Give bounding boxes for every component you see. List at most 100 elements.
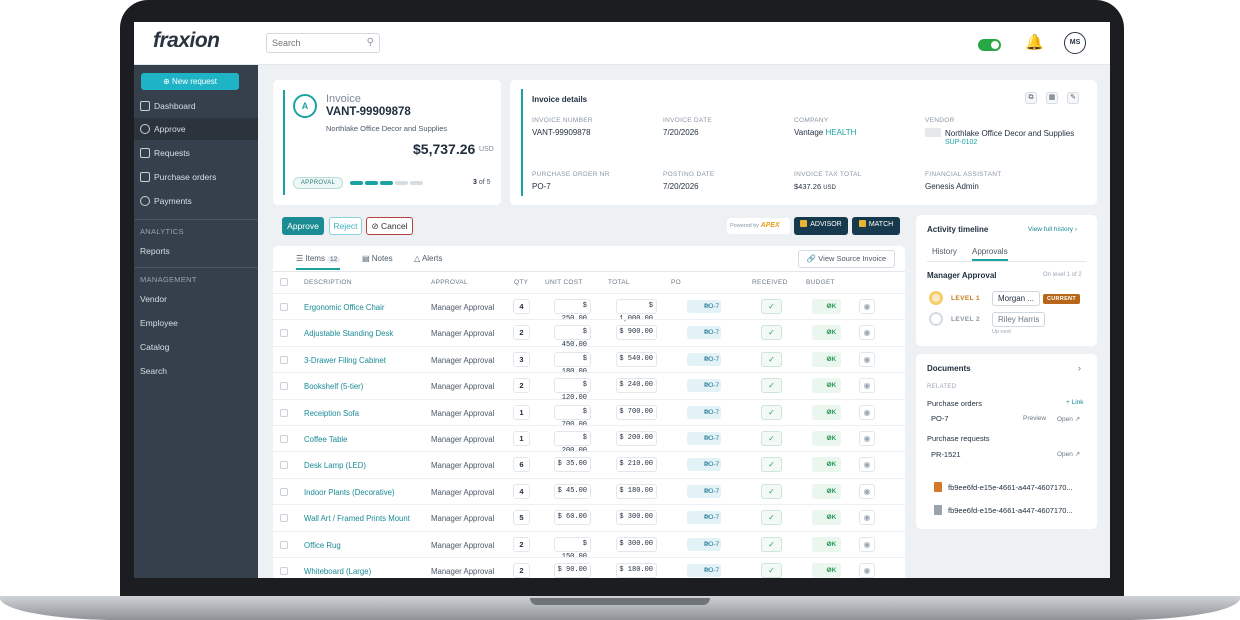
table-row[interactable]: Bookshelf (5-tier) Manager Approval 2 $ 120… bbox=[273, 372, 905, 402]
row-checkbox[interactable] bbox=[280, 382, 288, 391]
reject-button[interactable]: Reject bbox=[329, 217, 362, 235]
unit-cost-field[interactable]: $ 200.00 bbox=[554, 431, 591, 455]
open-button[interactable]: Open ↗ bbox=[1057, 450, 1080, 458]
sidebar-item-vendor[interactable]: Vendor bbox=[140, 294, 167, 304]
pr-document[interactable]: PR-1521 bbox=[931, 450, 961, 459]
quantity-field[interactable]: 4 bbox=[513, 299, 530, 314]
eye-icon[interactable]: ◉ bbox=[859, 536, 875, 552]
row-checkbox[interactable] bbox=[280, 540, 288, 549]
view-full-history-link[interactable]: View full history › bbox=[1028, 226, 1077, 233]
level-1-approver[interactable]: Morgan ... bbox=[992, 291, 1041, 306]
item-description-link[interactable]: Office Rug bbox=[304, 541, 341, 550]
sidebar-item-payments[interactable]: Payments bbox=[134, 190, 258, 212]
open-button[interactable]: Open ↗ bbox=[1057, 415, 1080, 423]
received-check-icon[interactable]: ✓ bbox=[761, 510, 782, 526]
row-checkbox[interactable] bbox=[280, 514, 288, 523]
unit-cost-field[interactable]: $ 250.00 bbox=[554, 299, 591, 323]
quantity-field[interactable]: 5 bbox=[513, 510, 530, 526]
sidebar-item-search[interactable]: Search bbox=[140, 366, 167, 376]
quantity-field[interactable]: 6 bbox=[513, 457, 530, 473]
item-description-link[interactable]: Adjustable Standing Desk bbox=[304, 329, 393, 338]
item-description-link[interactable]: Receiption Sofa bbox=[304, 409, 359, 418]
eye-icon[interactable]: ◉ bbox=[859, 378, 875, 394]
quantity-field[interactable]: 2 bbox=[513, 378, 530, 394]
row-checkbox[interactable] bbox=[280, 487, 288, 496]
received-check-icon[interactable]: ✓ bbox=[761, 563, 782, 578]
quantity-field[interactable]: 4 bbox=[513, 483, 530, 499]
table-row[interactable]: Office Rug Manager Approval 2 $ 150.00 $ 300… bbox=[273, 530, 905, 561]
eye-icon[interactable]: ◉ bbox=[859, 510, 875, 526]
sidebar-item-requests[interactable]: Requests bbox=[134, 142, 258, 164]
item-description-link[interactable]: Desk Lamp (LED) bbox=[304, 461, 366, 470]
received-check-icon[interactable]: ✓ bbox=[761, 536, 782, 552]
row-checkbox[interactable] bbox=[280, 435, 288, 443]
item-description-link[interactable]: 3-Drawer Filing Cabinet bbox=[304, 356, 386, 365]
approve-button[interactable]: Approve bbox=[282, 217, 324, 235]
po-link[interactable]: ↻ PO-7 bbox=[687, 379, 721, 393]
table-row[interactable]: Coffee Table Manager Approval 1 $ 200.00 $ 2… bbox=[273, 425, 905, 455]
eye-icon[interactable]: ◉ bbox=[859, 431, 875, 446]
po-link[interactable]: ↻ PO-7 bbox=[687, 432, 721, 445]
attachment-file[interactable]: fb9ee6fd-e15e-4661-a447-4607170... bbox=[948, 483, 1073, 492]
row-checkbox[interactable] bbox=[280, 355, 288, 364]
chevron-right-icon[interactable]: › bbox=[1078, 363, 1081, 373]
attachment-file[interactable]: fb9ee6fd-e15e-4661-a447-4607170... bbox=[948, 506, 1073, 515]
tab-items[interactable]: ☰ Items 12 bbox=[296, 254, 341, 270]
item-description-link[interactable]: Whiteboard (Large) bbox=[304, 567, 371, 576]
unit-cost-field[interactable]: $ 45.00 bbox=[554, 483, 591, 499]
unit-cost-field[interactable]: $ 180.00 bbox=[554, 351, 591, 376]
sidebar-item-reports[interactable]: Reports bbox=[140, 246, 170, 256]
eye-icon[interactable]: ◉ bbox=[859, 325, 875, 341]
eye-icon[interactable]: ◉ bbox=[859, 563, 875, 578]
row-checkbox[interactable] bbox=[280, 329, 288, 338]
match-button[interactable]: MATCH bbox=[852, 217, 900, 235]
quantity-field[interactable]: 2 bbox=[513, 325, 530, 341]
company-tag[interactable]: HEALTH bbox=[825, 128, 856, 137]
table-row[interactable]: Adjustable Standing Desk Manager Approval… bbox=[273, 319, 905, 349]
row-checkbox[interactable] bbox=[280, 567, 288, 575]
eye-icon[interactable]: ◉ bbox=[859, 404, 875, 420]
table-row[interactable]: Ergonomic Office Chair Manager Approval 4 $… bbox=[273, 293, 905, 323]
po-link[interactable]: ↻ PO-7 bbox=[687, 537, 721, 551]
tab-notes[interactable]: ▤ Notes bbox=[362, 254, 393, 263]
sidebar-item-employee[interactable]: Employee bbox=[140, 318, 178, 328]
table-row[interactable]: Wall Art / Framed Prints Mount Manager Ap… bbox=[273, 504, 905, 530]
copy-icon[interactable]: ⧉ bbox=[1025, 92, 1037, 104]
sidebar-item-purchase-orders[interactable]: Purchase orders bbox=[134, 166, 258, 188]
view-source-invoice-button[interactable]: 🔗 View Source Invoice bbox=[798, 250, 895, 268]
received-check-icon[interactable]: ✓ bbox=[761, 483, 782, 499]
received-check-icon[interactable]: ✓ bbox=[761, 325, 782, 341]
po-link[interactable]: ↻ PO-7 bbox=[687, 484, 721, 498]
unit-cost-field[interactable]: $ 35.00 bbox=[554, 457, 591, 473]
row-checkbox[interactable] bbox=[280, 303, 288, 311]
theme-toggle[interactable] bbox=[978, 39, 1001, 51]
item-description-link[interactable]: Bookshelf (5-tier) bbox=[304, 382, 363, 391]
received-check-icon[interactable]: ✓ bbox=[761, 378, 782, 394]
item-description-link[interactable]: Ergonomic Office Chair bbox=[304, 303, 384, 312]
tab-history[interactable]: History bbox=[932, 247, 957, 256]
tab-alerts[interactable]: △ Alerts bbox=[414, 254, 442, 263]
search-icon[interactable]: ⚲ bbox=[367, 37, 374, 48]
sidebar-item-dashboard[interactable]: Dashboard bbox=[134, 95, 258, 117]
table-row[interactable]: 3-Drawer Filing Cabinet Manager Approval 3… bbox=[273, 345, 905, 376]
tab-approvals[interactable]: Approvals bbox=[972, 247, 1008, 261]
po-link[interactable]: ↻ PO-7 bbox=[687, 326, 721, 340]
po-link[interactable]: ↻ PO-7 bbox=[687, 352, 721, 366]
table-row[interactable]: Desk Lamp (LED) Manager Approval 6 $ 35.00 $… bbox=[273, 451, 905, 477]
row-checkbox[interactable] bbox=[280, 408, 288, 417]
vendor-code-link[interactable]: SUP-0102 bbox=[945, 139, 977, 146]
po-link[interactable]: ↻ PO-7 bbox=[687, 405, 721, 419]
row-checkbox[interactable] bbox=[280, 461, 288, 470]
po-link[interactable]: ↻ PO-7 bbox=[687, 458, 721, 472]
received-check-icon[interactable]: ✓ bbox=[761, 351, 782, 367]
app-logo[interactable]: fraxion bbox=[153, 29, 220, 53]
item-description-link[interactable]: Wall Art / Framed Prints Mount bbox=[304, 514, 410, 523]
quantity-field[interactable]: 1 bbox=[513, 404, 530, 420]
unit-cost-field[interactable]: $ 120.00 bbox=[554, 378, 591, 402]
search-box[interactable]: ⚲ bbox=[266, 33, 380, 53]
preview-button[interactable]: Preview bbox=[1023, 415, 1046, 422]
unit-cost-field[interactable]: $ 700.00 bbox=[554, 404, 591, 429]
bell-icon[interactable]: 🔔 bbox=[1025, 33, 1044, 51]
edit-icon[interactable]: ✎ bbox=[1067, 92, 1079, 104]
search-input[interactable] bbox=[267, 34, 359, 52]
